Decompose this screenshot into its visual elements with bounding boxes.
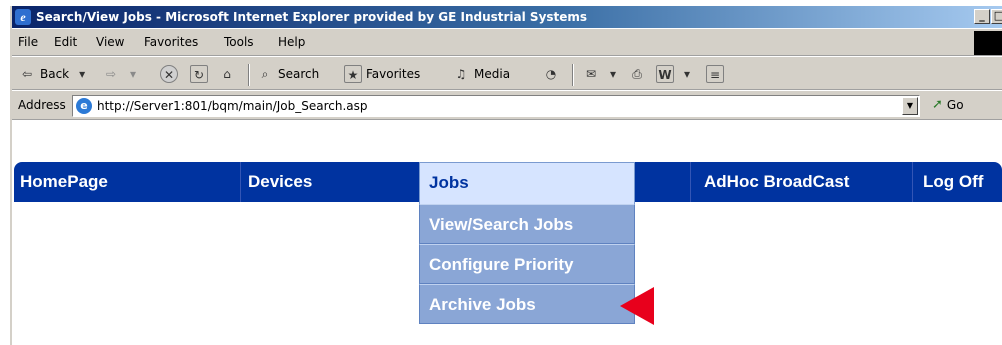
nav-divider: [690, 162, 691, 202]
menu-favorites[interactable]: Favorites: [144, 35, 198, 49]
toolbar-separator: [572, 64, 574, 86]
dropdown-arrow-icon: ▾: [683, 67, 691, 81]
discuss-icon: ≡: [706, 65, 724, 83]
red-pointer-arrow-icon: [620, 287, 654, 325]
search-label: Search: [278, 67, 320, 81]
dropdown-arrow-icon: ▾: [129, 67, 137, 81]
maximize-button[interactable]: □: [991, 9, 1002, 24]
go-label: Go: [946, 97, 964, 112]
forward-button[interactable]: ⇨ ▾: [102, 65, 142, 83]
go-button[interactable]: ➚ Go: [932, 97, 964, 112]
stop-button[interactable]: ✕: [160, 65, 178, 83]
title-bar: e Search/View Jobs - Microsoft Internet …: [12, 6, 1002, 28]
history-button[interactable]: ◔: [542, 65, 560, 83]
menu-item-configure-priority[interactable]: Configure Priority: [419, 244, 635, 284]
page-icon: e: [76, 98, 92, 114]
address-input[interactable]: e http://Server1:801/bqm/main/Job_Search…: [72, 95, 920, 117]
discuss-button[interactable]: ≡: [706, 65, 724, 83]
address-dropdown-icon[interactable]: ▼: [902, 97, 918, 115]
favorites-button[interactable]: ★ Favorites: [344, 65, 420, 83]
edit-button[interactable]: W ▾: [656, 65, 696, 83]
nav-divider: [240, 162, 241, 202]
windows-logo-box: [974, 31, 1002, 55]
print-button[interactable]: ⎙: [628, 65, 646, 83]
media-icon: ♫: [455, 67, 467, 81]
page-content-area: [12, 120, 1002, 156]
dropdown-arrow-icon: ▾: [79, 67, 86, 81]
favorites-label: Favorites: [366, 67, 421, 81]
stop-icon: ✕: [160, 65, 178, 83]
refresh-button[interactable]: ↻: [190, 65, 208, 83]
back-arrow-icon: ⇦: [21, 67, 33, 81]
home-icon: ⌂: [223, 67, 231, 81]
media-label: Media: [474, 67, 511, 81]
toolbar: ⇦ Back ▾ ⇨ ▾ ✕ ↻ ⌂ ⌕ Search ★ Favorites …: [12, 56, 1002, 90]
nav-item-homepage[interactable]: HomePage: [14, 162, 240, 202]
menu-file[interactable]: File: [18, 35, 38, 49]
forward-arrow-icon: ⇨: [105, 67, 117, 81]
search-icon: ⌕: [261, 67, 269, 81]
word-edit-icon: W: [656, 65, 674, 83]
nav-item-log-off[interactable]: Log Off: [917, 162, 1002, 202]
nav-item-devices[interactable]: Devices: [242, 162, 419, 202]
jobs-dropdown-menu: View/Search Jobs Configure Priority Arch…: [419, 204, 635, 324]
window-left-border: [10, 114, 12, 345]
nav-item-jobs[interactable]: Jobs: [419, 162, 635, 206]
window-title: Search/View Jobs - Microsoft Internet Ex…: [36, 10, 588, 24]
back-button[interactable]: ⇦ Back ▾: [18, 65, 91, 83]
search-button[interactable]: ⌕ Search: [256, 65, 320, 83]
nav-divider: [912, 162, 913, 202]
main-navigation: HomePage Devices Jobs AdHoc BroadCast Lo…: [14, 162, 1002, 206]
back-label: Back: [40, 67, 70, 81]
home-button[interactable]: ⌂: [218, 65, 236, 83]
address-label: Address: [18, 98, 66, 112]
mail-icon: ✉: [585, 67, 597, 81]
toolbar-separator: [248, 64, 250, 86]
nav-item-adhoc-broadcast[interactable]: AdHoc BroadCast: [698, 162, 910, 202]
menu-tools[interactable]: Tools: [224, 35, 254, 49]
mail-button[interactable]: ✉ ▾: [582, 65, 622, 83]
menu-bar: File Edit View Favorites Tools Help: [12, 28, 1002, 56]
menu-item-view-search-jobs[interactable]: View/Search Jobs: [419, 204, 635, 244]
menu-item-archive-jobs[interactable]: Archive Jobs: [419, 284, 635, 324]
print-icon: ⎙: [632, 67, 642, 81]
menu-help[interactable]: Help: [278, 35, 305, 49]
minimize-button[interactable]: _: [974, 9, 990, 24]
history-icon: ◔: [545, 67, 557, 81]
menu-edit[interactable]: Edit: [54, 35, 77, 49]
media-button[interactable]: ♫ Media: [452, 65, 510, 83]
dropdown-arrow-icon: ▾: [609, 67, 617, 81]
favorites-icon: ★: [344, 65, 362, 83]
go-arrow-icon: ➚: [932, 97, 943, 112]
menu-view[interactable]: View: [96, 35, 124, 49]
address-url[interactable]: http://Server1:801/bqm/main/Job_Search.a…: [97, 99, 368, 113]
ie-app-icon: e: [15, 9, 31, 25]
address-bar: Address e http://Server1:801/bqm/main/Jo…: [12, 90, 1002, 120]
refresh-icon: ↻: [190, 65, 208, 83]
